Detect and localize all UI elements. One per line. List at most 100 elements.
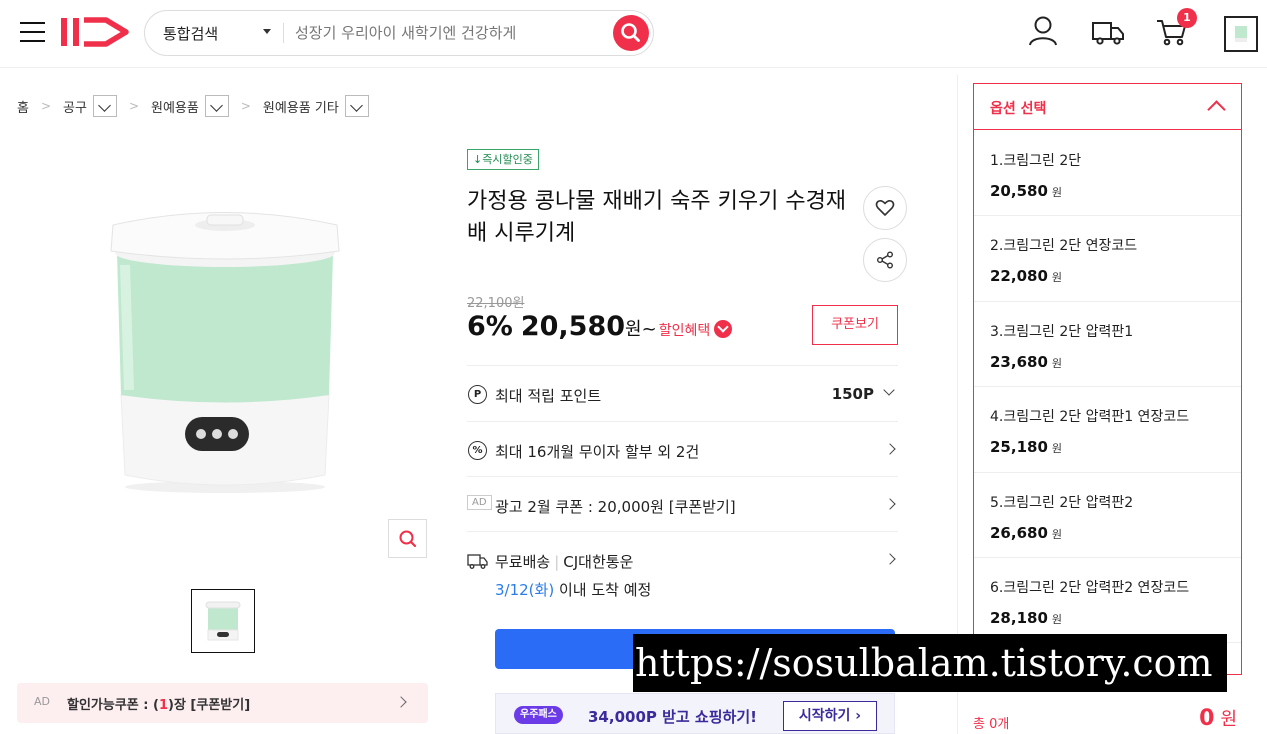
breadcrumb-item[interactable]: 원예용품 기타 xyxy=(263,95,369,117)
option-currency: 원 xyxy=(1051,442,1063,456)
ad-coupon-text: 광고 2월 쿠폰 : 20,000원 [쿠폰받기] xyxy=(495,498,736,516)
woo-pass-text: 34,000P 받고 쇼핑하기! xyxy=(588,708,757,726)
recent-item-thumbnail[interactable] xyxy=(1224,16,1258,52)
cart-count-badge: 1 xyxy=(1177,8,1197,28)
woo-pass-start-button[interactable]: 시작하기 › xyxy=(783,701,877,731)
price-tilde: ~ xyxy=(641,319,657,340)
divider: | xyxy=(554,553,560,571)
installment-row[interactable]: % 최대 16개월 무이자 할부 외 2건 xyxy=(467,421,898,476)
chevron-right-icon xyxy=(884,498,896,510)
delivery-suffix: 이내 도착 예정 xyxy=(554,581,652,599)
search-icon xyxy=(621,23,640,42)
user-icon[interactable] xyxy=(1027,14,1059,52)
sale-price: 20,580 xyxy=(520,311,626,342)
search-box: 통합검색 xyxy=(144,10,654,56)
option-name: 5.크림그린 2단 압력판2 xyxy=(990,494,1134,511)
woo-pass-badge: 우주패스 xyxy=(514,706,563,724)
option-name: 6.크림그린 2단 압력판2 연장코드 xyxy=(990,579,1190,596)
option-price: 28,180 원 xyxy=(990,609,1225,627)
coupon-count: 1 xyxy=(158,698,168,713)
points-row[interactable]: P 최대 적립 포인트 150P xyxy=(467,365,898,420)
product-main-image[interactable] xyxy=(95,195,355,495)
option-currency: 원 xyxy=(1051,356,1063,370)
logo-11st[interactable] xyxy=(60,14,132,54)
coupon-ad-text: 할인가능쿠폰 : (1)장 [쿠폰받기] xyxy=(67,694,250,713)
breadcrumb-item[interactable]: 원예용품 xyxy=(151,95,229,117)
ad-tag: AD xyxy=(467,495,492,510)
delivery-row[interactable]: 무료배송 | CJ대한통운 3/12(화) 이내 도착 예정 xyxy=(467,531,898,611)
search-scope-select[interactable]: 통합검색 xyxy=(163,23,273,44)
option-name: 3.크림그린 2단 압력판1 xyxy=(990,323,1134,340)
woo-pass-banner[interactable]: 우주패스 34,000P 받고 쇼핑하기! 시작하기 › xyxy=(495,693,895,734)
breadcrumb-item[interactable]: 공구 xyxy=(63,95,117,117)
search-scope-label: 통합검색 xyxy=(163,25,219,43)
installment-label: 최대 16개월 무이자 할부 외 2건 xyxy=(495,443,700,461)
coupon-text-prefix: 할인가능쿠폰 : ( xyxy=(67,698,159,713)
chevron-right-icon: > xyxy=(128,99,140,113)
option-name: 1.크림그린 2단 xyxy=(990,153,1082,169)
view-coupon-button[interactable]: 쿠폰보기 xyxy=(812,305,898,345)
total-amount-value: 0 xyxy=(1199,706,1215,731)
breadcrumb-dropdown-button[interactable] xyxy=(92,95,117,117)
breadcrumb-dropdown-button[interactable] xyxy=(344,95,369,117)
wishlist-button[interactable] xyxy=(863,186,907,230)
share-button[interactable] xyxy=(863,238,907,282)
discount-benefit-link[interactable]: 할인혜택 xyxy=(659,320,711,340)
delivery-eta: 3/12(화) 이내 도착 예정 xyxy=(495,579,651,600)
option-price-value: 23,680 xyxy=(990,352,1048,371)
option-item[interactable]: 5.크림그린 2단 압력판2 26,680 원 xyxy=(974,473,1241,558)
product-title: 가정용 콩나물 재배기 숙주 키우기 수경재배 시루기계 xyxy=(467,189,847,246)
coupon-ad-bar[interactable]: AD 할인가능쿠폰 : (1)장 [쿠폰받기] xyxy=(17,683,428,723)
option-currency: 원 xyxy=(1051,271,1063,285)
product-thumbnail[interactable] xyxy=(191,589,255,653)
option-price: 26,680 원 xyxy=(990,524,1225,542)
coupon-text-suffix: )장 [쿠폰받기] xyxy=(168,698,251,713)
points-value: 150P xyxy=(831,385,874,403)
menu-icon[interactable] xyxy=(20,22,45,42)
breadcrumb-label: 원예용품 기타 xyxy=(262,100,339,116)
share-icon xyxy=(876,251,894,269)
option-header[interactable]: 옵션 선택 xyxy=(974,84,1241,130)
option-name: 2.크림그린 2단 연장코드 xyxy=(990,238,1138,255)
breadcrumb-label: 원예용품 xyxy=(151,100,199,116)
breadcrumb-home[interactable]: 홈 xyxy=(17,97,29,116)
option-panel: 옵션 선택 1.크림그린 2단 20,580 원 2.크림그린 2단 연장코드 2… xyxy=(973,83,1242,675)
price-row: 6% 20,580 원 ~ 할인혜택 xyxy=(467,311,733,342)
option-item[interactable]: 3.크림그린 2단 압력판1 23,680 원 xyxy=(974,302,1241,388)
delivery-truck-icon[interactable] xyxy=(1090,14,1126,52)
chevron-right-icon: > xyxy=(40,99,52,113)
ad-label: AD xyxy=(34,695,50,708)
divider xyxy=(283,23,284,43)
option-price-value: 25,180 xyxy=(990,438,1048,457)
percent-icon: % xyxy=(468,441,487,460)
chevron-right-icon xyxy=(884,553,896,565)
watermark-url: https://sosulbalam.tistory.com xyxy=(633,634,1227,692)
option-price-value: 22,080 xyxy=(990,267,1048,286)
option-item[interactable]: 6.크림그린 2단 압력판2 연장코드 28,180 원 xyxy=(974,558,1241,644)
option-item[interactable]: 2.크림그린 2단 연장코드 22,080 원 xyxy=(974,216,1241,302)
delivery-carrier: CJ대한통운 xyxy=(563,553,634,571)
option-price: 22,080 원 xyxy=(990,267,1225,285)
option-price-value: 28,180 xyxy=(990,608,1048,627)
option-list: 1.크림그린 2단 20,580 원 2.크림그린 2단 연장코드 22,080 원… xyxy=(974,131,1241,644)
search-input[interactable] xyxy=(295,21,595,45)
magnifier-icon xyxy=(399,530,417,548)
option-currency: 원 xyxy=(1051,186,1063,199)
points-label: 최대 적립 포인트 xyxy=(495,387,602,405)
option-currency: 원 xyxy=(1051,612,1063,626)
option-item[interactable]: 4.크림그린 2단 압력판1 연장코드 25,180 원 xyxy=(974,387,1241,473)
discount-rate: 6% xyxy=(467,311,513,342)
point-icon: P xyxy=(468,385,487,404)
chevron-down-icon[interactable] xyxy=(714,320,733,338)
breadcrumb-dropdown-button[interactable] xyxy=(204,95,229,117)
delivery-date: 3/12(화) xyxy=(495,581,555,599)
search-button[interactable] xyxy=(613,15,649,51)
option-item[interactable]: 1.크림그린 2단 20,580 원 xyxy=(974,131,1241,217)
ad-coupon-row[interactable]: AD 광고 2월 쿠폰 : 20,000원 [쿠폰받기] xyxy=(467,476,898,531)
chevron-up-icon[interactable] xyxy=(1207,100,1226,119)
total-count: 총 0개 xyxy=(973,717,1010,732)
option-price: 25,180 원 xyxy=(990,438,1225,456)
zoom-button[interactable] xyxy=(388,519,427,558)
option-price-value: 26,680 xyxy=(990,523,1048,542)
delivery-label: 무료배송 xyxy=(495,553,551,571)
